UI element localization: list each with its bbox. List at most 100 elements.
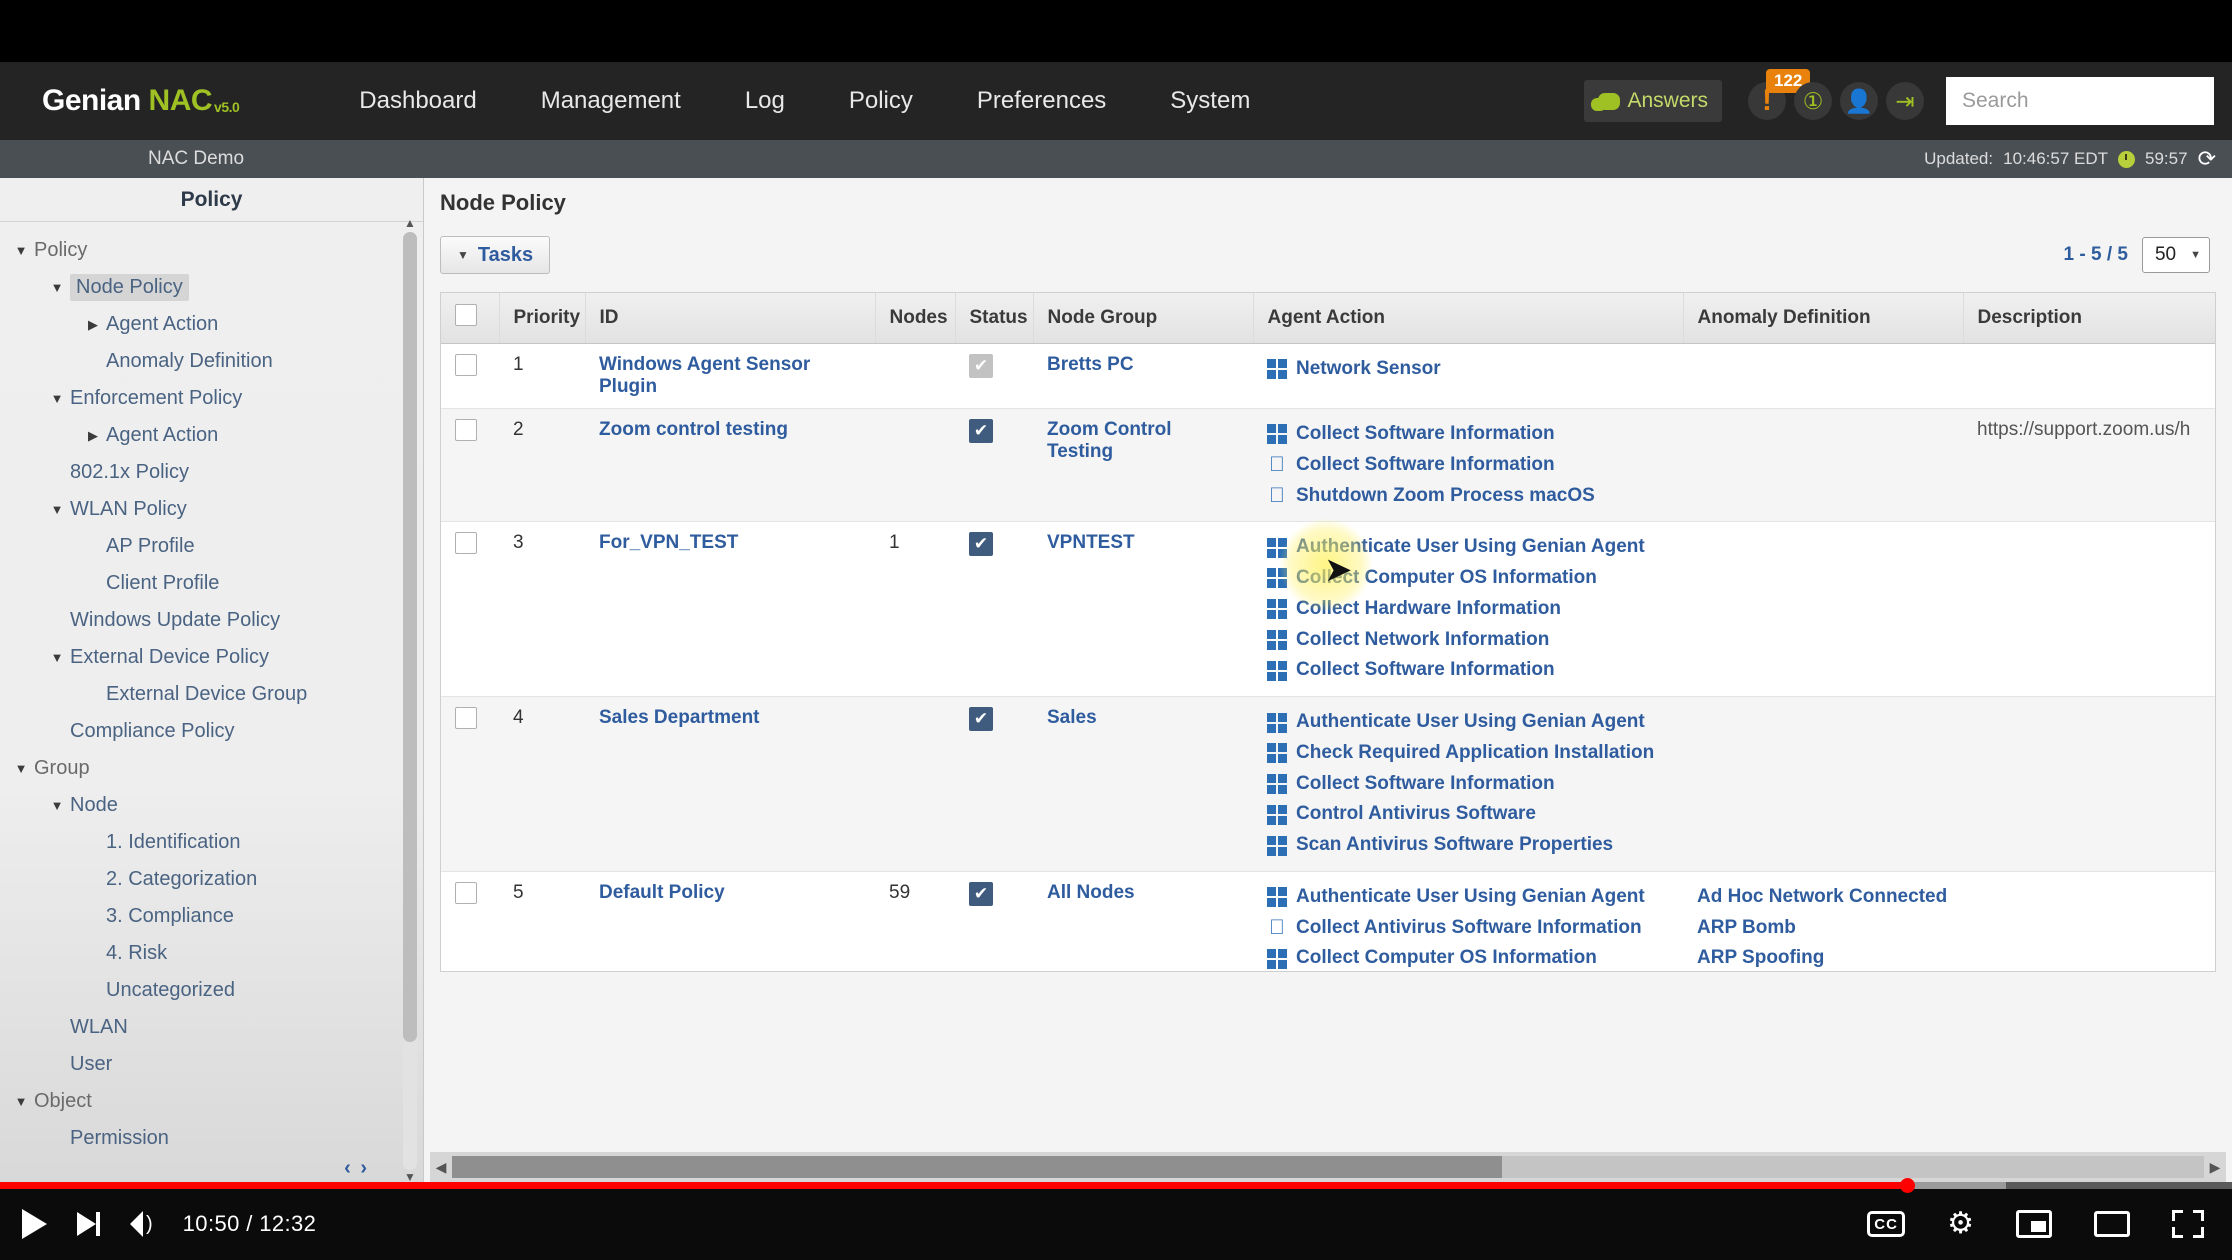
sidebar-scrollbar[interactable] bbox=[403, 232, 417, 1170]
agent-action-label[interactable]: Control Antivirus Software bbox=[1296, 799, 1536, 830]
user-account-button[interactable]: 👤 bbox=[1840, 82, 1878, 120]
column-nodes[interactable]: Nodes bbox=[875, 293, 956, 344]
agent-action-item[interactable]: Network Sensor bbox=[1267, 354, 1669, 385]
agent-action-item[interactable]: Check Required Application Installation bbox=[1267, 738, 1669, 769]
node-group-link[interactable]: Zoom Control Testing bbox=[1047, 419, 1172, 462]
sidebar-item-client-profile[interactable]: Client Profile bbox=[0, 565, 423, 602]
policy-id-link[interactable]: For_VPN_TEST bbox=[599, 532, 738, 553]
brand-logo[interactable]: Genian NAC v5.0 bbox=[42, 84, 240, 118]
tasks-dropdown-button[interactable]: ▼ Tasks bbox=[440, 236, 551, 274]
horizontal-scroll-thumb[interactable] bbox=[452, 1156, 1502, 1178]
id-cell[interactable]: Zoom control testing bbox=[585, 408, 875, 523]
node-group-link[interactable]: Sales bbox=[1047, 707, 1097, 728]
column-agent-action[interactable]: Agent Action bbox=[1253, 293, 1684, 344]
row-checkbox[interactable] bbox=[455, 707, 477, 730]
anomaly-definition-item[interactable]: ARP Bomb bbox=[1697, 913, 1949, 944]
select-all-checkbox[interactable] bbox=[455, 304, 477, 326]
agent-action-item[interactable]: Collect Computer OS Information bbox=[1267, 943, 1669, 971]
refresh-icon[interactable]: ⟳ bbox=[2198, 146, 2216, 172]
node-group-cell[interactable]: VPNTEST bbox=[1033, 521, 1253, 698]
agent-action-item[interactable]: Collect Computer OS Information bbox=[1267, 563, 1669, 594]
status-checkbox[interactable]: ✔ bbox=[969, 532, 993, 557]
policy-id-link[interactable]: Zoom control testing bbox=[599, 419, 788, 440]
agent-action-label[interactable]: Collect Software Information bbox=[1296, 450, 1555, 481]
nav-item-log[interactable]: Log bbox=[713, 87, 817, 115]
sidebar-item-anomaly-definition[interactable]: Anomaly Definition bbox=[0, 343, 423, 380]
play-button[interactable] bbox=[22, 1209, 47, 1239]
sidebar-item-windows-update-policy[interactable]: Windows Update Policy bbox=[0, 602, 423, 639]
page-size-select[interactable]: 50 ▼ bbox=[2141, 237, 2210, 273]
logout-button[interactable]: ⇥ bbox=[1886, 82, 1924, 120]
scroll-right-arrow[interactable]: ▶ bbox=[2204, 1159, 2226, 1176]
next-video-button[interactable] bbox=[77, 1212, 100, 1236]
table-row[interactable]: 3 For_VPN_TEST 1 ✔ VPNTEST Authenticate User … bbox=[441, 521, 2215, 698]
policy-id-link[interactable]: Windows Agent Sensor Plugin bbox=[599, 354, 810, 397]
node-group-link[interactable]: All Nodes bbox=[1047, 882, 1135, 903]
table-row[interactable]: 4 Sales Department ✔ Sales Authenticate User… bbox=[441, 696, 2215, 872]
column-anomaly-definition[interactable]: Anomaly Definition bbox=[1683, 293, 1964, 344]
table-row[interactable]: 2 Zoom control testing ✔ Zoom Control Testi… bbox=[441, 408, 2215, 523]
agent-action-label[interactable]: Collect Computer OS Information bbox=[1296, 563, 1597, 594]
nav-item-management[interactable]: Management bbox=[509, 87, 713, 115]
horizontal-scroll-track[interactable] bbox=[452, 1156, 2204, 1178]
row-checkbox[interactable] bbox=[455, 881, 477, 904]
fullscreen-button[interactable] bbox=[2172, 1210, 2204, 1238]
agent-action-label[interactable]: Authenticate User Using Genian Agent bbox=[1296, 707, 1645, 738]
agent-action-label[interactable]: Check Required Application Installation bbox=[1296, 738, 1654, 769]
sidebar-item-3-compliance[interactable]: 3. Compliance bbox=[0, 898, 423, 935]
agent-action-label[interactable]: Collect Antivirus Software Information bbox=[1296, 913, 1642, 944]
sidebar-item-agent-action[interactable]: ▶ Agent Action bbox=[0, 417, 423, 454]
agent-action-label[interactable]: Collect Hardware Information bbox=[1296, 594, 1561, 625]
sidebar-item-permission[interactable]: Permission bbox=[0, 1120, 423, 1157]
agent-action-item[interactable]: Authenticate User Using Genian Agent bbox=[1267, 707, 1669, 738]
column-description[interactable]: Description bbox=[1963, 293, 2215, 344]
row-checkbox[interactable] bbox=[455, 419, 477, 441]
sidebar-item-external-device-policy[interactable]: ▼ External Device Policy bbox=[0, 639, 423, 676]
agent-action-item[interactable]:  Collect Antivirus Software Information bbox=[1267, 913, 1669, 944]
node-group-link[interactable]: VPNTEST bbox=[1047, 532, 1135, 553]
sidebar-item-4-risk[interactable]: 4. Risk bbox=[0, 935, 423, 972]
agent-action-item[interactable]: Collect Network Information bbox=[1267, 625, 1669, 656]
sidebar-item-enforcement-policy[interactable]: ▼ Enforcement Policy bbox=[0, 380, 423, 417]
column-node-group[interactable]: Node Group bbox=[1033, 293, 1254, 344]
sidebar-scroll-up-arrow[interactable]: ▲ bbox=[403, 216, 417, 230]
sidebar-item-wlan-policy[interactable]: ▼ WLAN Policy bbox=[0, 491, 423, 528]
picture-in-picture-button[interactable] bbox=[2016, 1210, 2052, 1238]
agent-action-label[interactable]: Collect Software Information bbox=[1296, 769, 1555, 800]
sidebar-item-ap-profile[interactable]: AP Profile bbox=[0, 528, 423, 565]
agent-action-label[interactable]: Collect Software Information bbox=[1296, 655, 1555, 686]
row-checkbox[interactable] bbox=[455, 532, 477, 555]
column-status[interactable]: Status bbox=[955, 293, 1034, 344]
node-group-link[interactable]: Bretts PC bbox=[1047, 354, 1134, 375]
agent-action-item[interactable]: Authenticate User Using Genian Agent bbox=[1267, 532, 1669, 563]
nav-item-preferences[interactable]: Preferences bbox=[945, 87, 1138, 115]
sidebar-scrollbar-thumb[interactable] bbox=[403, 232, 417, 1042]
id-cell[interactable]: Windows Agent Sensor Plugin bbox=[585, 343, 875, 409]
node-group-cell[interactable]: Bretts PC bbox=[1033, 343, 1253, 409]
status-checkbox[interactable]: ✔ bbox=[969, 707, 993, 732]
agent-action-label[interactable]: Collect Network Information bbox=[1296, 625, 1549, 656]
agent-action-item[interactable]:  Shutdown Zoom Process macOS bbox=[1267, 481, 1669, 512]
horizontal-scrollbar[interactable]: ◀ ▶ bbox=[430, 1152, 2226, 1182]
column-priority[interactable]: Priority bbox=[499, 293, 586, 344]
agent-action-item[interactable]: Collect Software Information bbox=[1267, 655, 1669, 686]
theater-mode-button[interactable] bbox=[2094, 1211, 2130, 1237]
settings-button[interactable]: ⚙ bbox=[1947, 1209, 1974, 1239]
closed-captions-button[interactable]: CC bbox=[1867, 1211, 1906, 1237]
nav-item-policy[interactable]: Policy bbox=[817, 87, 945, 115]
id-cell[interactable]: Default Policy bbox=[585, 871, 875, 971]
id-cell[interactable]: Sales Department bbox=[585, 696, 875, 872]
sidebar-item-user[interactable]: User bbox=[0, 1046, 423, 1083]
search-box[interactable] bbox=[1946, 77, 2232, 125]
sidebar-item-802-1x-policy[interactable]: 802.1x Policy bbox=[0, 454, 423, 491]
node-group-cell[interactable]: All Nodes bbox=[1033, 871, 1253, 971]
agent-action-label[interactable]: Collect Software Information bbox=[1296, 419, 1555, 450]
sidebar-item-uncategorized[interactable]: Uncategorized bbox=[0, 972, 423, 1009]
agent-action-item[interactable]: Collect Software Information bbox=[1267, 419, 1669, 450]
agent-action-label[interactable]: Authenticate User Using Genian Agent bbox=[1296, 882, 1645, 913]
agent-action-item[interactable]: Collect Software Information bbox=[1267, 769, 1669, 800]
search-input[interactable] bbox=[1962, 89, 2232, 113]
node-group-cell[interactable]: Zoom Control Testing bbox=[1033, 408, 1253, 523]
agent-action-item[interactable]: Collect Hardware Information bbox=[1267, 594, 1669, 625]
agent-action-label[interactable]: Authenticate User Using Genian Agent bbox=[1296, 532, 1645, 563]
